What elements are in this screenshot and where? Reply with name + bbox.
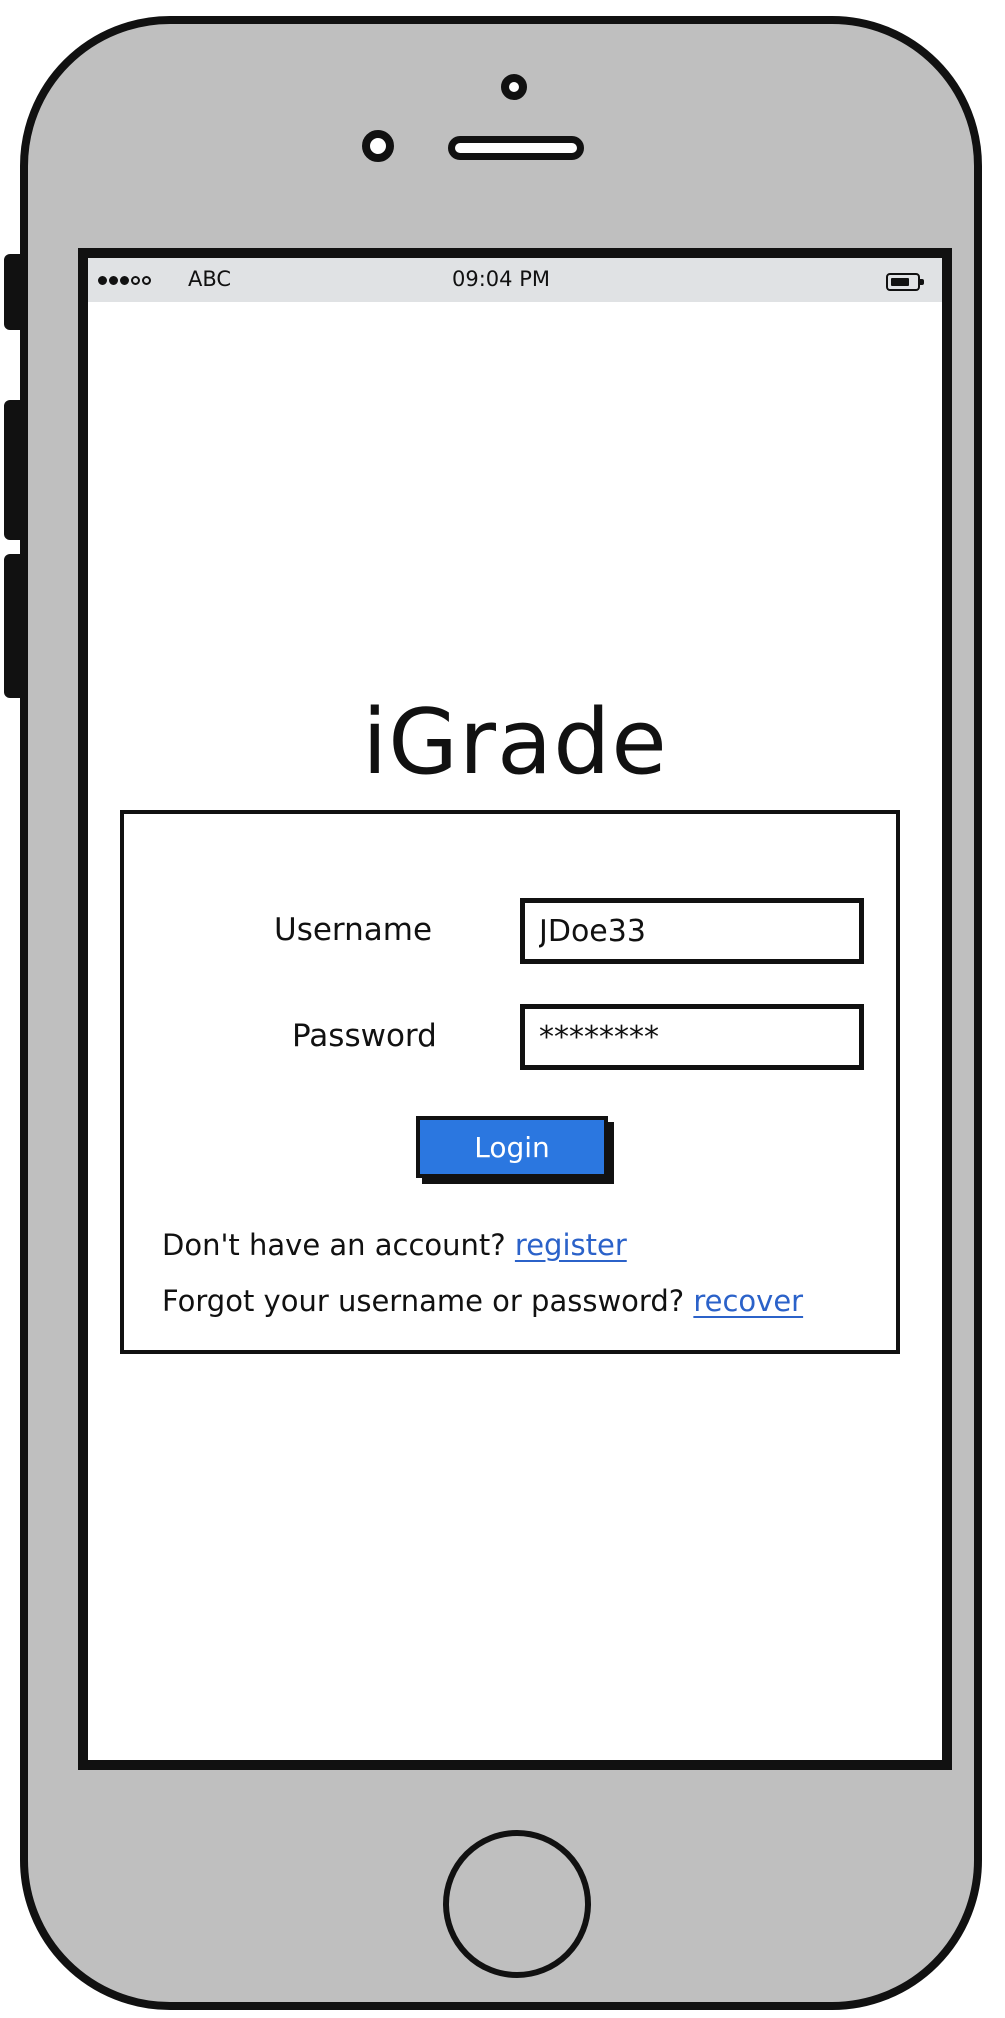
speaker-icon <box>448 136 584 160</box>
register-prompt: Don't have an account? <box>162 1228 506 1262</box>
recover-prompt: Forgot your username or password? <box>162 1284 685 1318</box>
signal-dot <box>98 275 107 285</box>
username-input[interactable] <box>520 898 864 964</box>
signal-dot <box>131 275 140 285</box>
front-camera-icon <box>501 74 527 100</box>
phone-screen: ABC 09:04 PM iGrade Username Password Lo… <box>78 248 952 1770</box>
recover-line: Forgot your username or password? recove… <box>162 1284 803 1318</box>
register-link[interactable]: register <box>515 1228 627 1262</box>
signal-dot <box>109 275 118 285</box>
volume-down-button <box>4 554 26 698</box>
password-input[interactable] <box>520 1004 864 1070</box>
carrier-name: ABC <box>188 267 232 291</box>
password-label: Password <box>292 1018 437 1054</box>
register-line: Don't have an account? register <box>162 1228 627 1262</box>
login-panel: Username Password Login Don't have an ac… <box>120 810 900 1354</box>
home-button[interactable] <box>443 1830 591 1978</box>
signal-dot <box>120 275 129 285</box>
login-button[interactable]: Login <box>416 1116 608 1178</box>
signal-strength-icon <box>98 270 151 290</box>
battery-icon <box>886 273 924 291</box>
volume-up-button <box>4 400 26 540</box>
app-title: iGrade <box>362 690 668 795</box>
username-label: Username <box>274 912 433 948</box>
mute-switch <box>4 254 26 330</box>
recover-link[interactable]: recover <box>693 1284 803 1318</box>
sensor-icon <box>362 130 394 162</box>
status-bar: ABC 09:04 PM <box>88 258 942 302</box>
signal-dot <box>142 275 151 285</box>
status-time: 09:04 PM <box>452 267 550 291</box>
